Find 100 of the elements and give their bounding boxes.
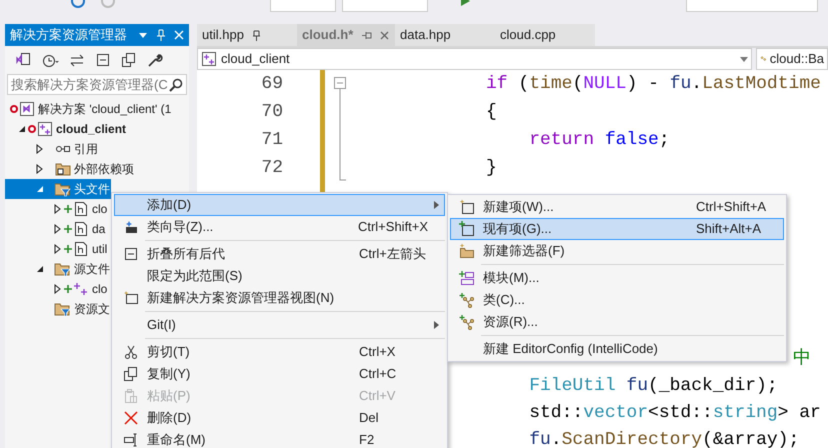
- history-icon[interactable]: [41, 52, 59, 68]
- menu-item[interactable]: 复制(Y) Ctrl+C: [114, 363, 445, 385]
- project-icon: [201, 51, 217, 67]
- menu-item[interactable]: 新建筛选器(F): [450, 240, 784, 262]
- editor-tab[interactable]: cloud.cpp: [495, 24, 595, 46]
- header-file-icon: [74, 241, 88, 257]
- resource-icon: [459, 314, 475, 330]
- tree-item[interactable]: 外部依赖项: [5, 159, 134, 179]
- expanded-arrow-icon[interactable]: [36, 265, 44, 273]
- new-folder-icon: [459, 243, 475, 259]
- shortcut-label: Ctrl+Shift+X: [358, 219, 428, 234]
- menu-item[interactable]: 类向导(Z)... Ctrl+Shift+X: [114, 216, 445, 238]
- menu-item[interactable]: 重命名(M) F2: [114, 429, 445, 448]
- shortcut-label: Ctrl+X: [359, 344, 396, 360]
- filter-folder-icon: [54, 301, 72, 317]
- module-icon: [459, 270, 475, 286]
- shortcut-label: Shift+Alt+A: [696, 221, 762, 236]
- expanded-arrow-icon[interactable]: [18, 125, 26, 133]
- new-item-icon: [459, 199, 475, 215]
- shortcut-label: Ctrl+Shift+A: [696, 199, 766, 214]
- code-line: return false;: [528, 129, 670, 152]
- solution-icon: [19, 101, 35, 117]
- copy-icon: [123, 366, 139, 382]
- tree-item[interactable]: cloud_client: [5, 119, 126, 139]
- tree-item[interactable]: 资源文: [5, 299, 110, 319]
- close-icon[interactable]: [380, 30, 390, 40]
- tree-item[interactable]: da: [5, 219, 106, 239]
- tree-item[interactable]: clo: [5, 199, 108, 219]
- menu-item[interactable]: 模块(M)...: [450, 267, 784, 289]
- line-number: 72: [261, 158, 283, 178]
- search-icon[interactable]: [169, 78, 183, 92]
- line-number: 69: [261, 74, 283, 94]
- tree-item[interactable]: util: [5, 239, 108, 259]
- code-line: FileUtil fu(_back_dir);: [528, 375, 778, 398]
- submenu-arrow-icon: [434, 201, 438, 209]
- menu-item[interactable]: 新建项(W)... Ctrl+Shift+A: [450, 196, 784, 218]
- scissors-icon: [123, 344, 139, 360]
- menu-item[interactable]: 新建 EditorConfig (IntelliCode): [450, 338, 784, 360]
- menu-item[interactable]: 类(C)...: [450, 289, 784, 311]
- scope-dropdown[interactable]: cloud::Ba: [756, 48, 828, 70]
- solution-view-icon[interactable]: [15, 52, 31, 68]
- add-existing-icon: [459, 221, 475, 237]
- pin-icon[interactable]: [361, 30, 372, 40]
- tree-item[interactable]: 解决方案 'cloud_client' (1: [5, 99, 172, 119]
- code-line: fu.ScanDirectory(&array);: [528, 429, 800, 448]
- tree-item[interactable]: 引用: [5, 139, 98, 159]
- show-all-files-icon[interactable]: [121, 52, 137, 68]
- dropdown-icon[interactable]: [740, 56, 748, 62]
- code-comment: 中: [793, 347, 811, 371]
- sync-icon[interactable]: [69, 52, 85, 68]
- editor-tab[interactable]: cloud.h*: [297, 24, 395, 46]
- plus-icon: [64, 225, 72, 233]
- code-line: std::vector<std::string> ar: [528, 402, 821, 425]
- menu-item[interactable]: Git(I): [114, 314, 445, 336]
- shortcut-label: F2: [359, 432, 374, 448]
- menu-item[interactable]: 剪切(T) Ctrl+X: [114, 341, 445, 363]
- code-line: }: [486, 157, 497, 180]
- shortcut-label: Del: [359, 410, 379, 426]
- menu-item[interactable]: 删除(D) Del: [114, 407, 445, 429]
- plus-icon: [64, 205, 72, 213]
- tree-item[interactable]: 头文件: [5, 179, 111, 199]
- menu-item[interactable]: 折叠所有后代 Ctrl+左箭头: [114, 243, 445, 265]
- rename-icon: [123, 432, 139, 448]
- clipboard-icon: [123, 388, 139, 404]
- code-line: if (time(NULL) - fu.LastModtime: [486, 73, 821, 96]
- new-view-icon: [123, 290, 139, 306]
- menu-item[interactable]: 现有项(G)... Shift+Alt+A: [450, 218, 784, 240]
- menu-item[interactable]: 添加(D): [114, 194, 445, 216]
- line-number: 71: [261, 130, 283, 150]
- editor-tab[interactable]: data.hpp: [395, 24, 495, 46]
- submenu-arrow-icon: [434, 321, 438, 329]
- folder-icon: [55, 161, 71, 177]
- header-file-icon: [74, 221, 88, 237]
- shortcut-label: Ctrl+C: [359, 366, 396, 382]
- collapsed-arrow-icon[interactable]: [54, 284, 61, 294]
- project-icon: [37, 121, 53, 137]
- pin-icon[interactable]: [252, 30, 261, 40]
- class-icon: [459, 292, 475, 308]
- close-icon: [123, 410, 139, 426]
- wrench-icon[interactable]: [147, 52, 163, 68]
- modified-dot-icon: [10, 105, 18, 113]
- code-line: {: [486, 101, 497, 124]
- header-file-icon: [74, 201, 88, 217]
- shortcut-label: Ctrl+左箭头: [359, 246, 426, 262]
- search-field[interactable]: 搜索解决方案资源管理器(C: [7, 74, 187, 95]
- editor-tab[interactable]: util.hpp: [197, 24, 297, 46]
- modified-dot-icon: [28, 125, 36, 133]
- menu-item[interactable]: 资源(R)...: [450, 311, 784, 333]
- collapse-icon: [123, 246, 139, 262]
- project-dropdown[interactable]: cloud_client: [197, 48, 752, 70]
- menu-item[interactable]: 限定为此范围(S): [114, 265, 445, 287]
- collapse-all-icon[interactable]: [95, 52, 111, 68]
- dropdown-icon[interactable]: [138, 31, 148, 39]
- filter-folder-icon: [54, 261, 72, 277]
- menu-item[interactable]: 新建解决方案资源管理器视图(N): [114, 287, 445, 309]
- panel-title: 解决方案资源管理器: [10, 26, 128, 44]
- cpp-file-icon: [73, 281, 89, 297]
- shortcut-label: Ctrl+V: [359, 388, 396, 404]
- tree-item[interactable]: 源文件: [5, 259, 110, 279]
- tree-item[interactable]: clo: [5, 279, 108, 299]
